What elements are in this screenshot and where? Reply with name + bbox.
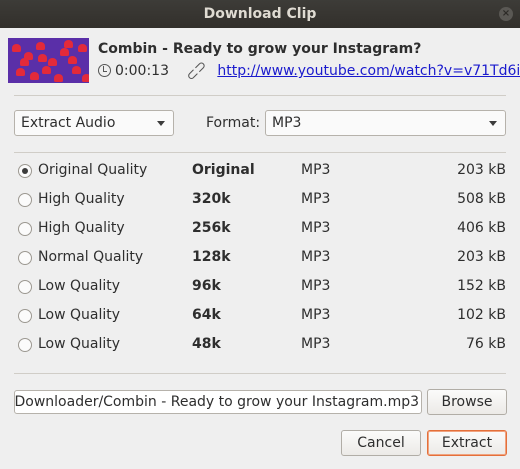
video-thumbnail — [8, 38, 89, 83]
quality-size: 76 kB — [466, 336, 506, 352]
quality-option[interactable]: Original Quality Original MP3 203 kB — [18, 161, 508, 183]
quality-bitrate: 96k — [192, 278, 221, 294]
heart-icon — [12, 44, 21, 52]
heart-icon — [30, 72, 39, 80]
quality-option[interactable]: Normal Quality 128k MP3 203 kB — [18, 248, 508, 270]
quality-name: Low Quality — [38, 336, 121, 352]
quality-format: MP3 — [301, 191, 331, 207]
clip-meta: 0:00:13 ⊂⊃ http://www.youtube.com/watch?… — [98, 57, 520, 85]
quality-bitrate: 256k — [192, 220, 231, 236]
heart-icon — [48, 58, 57, 66]
output-path-value: o Downloader/Combin - Ready to grow your… — [14, 394, 419, 410]
quality-format: MP3 — [301, 278, 331, 294]
quality-option[interactable]: High Quality 320k MP3 508 kB — [18, 190, 508, 212]
mode-select[interactable]: Extract Audio — [14, 110, 174, 136]
quality-option[interactable]: High Quality 256k MP3 406 kB — [18, 219, 508, 241]
format-label: Format: — [206, 115, 261, 131]
quality-bitrate: 320k — [192, 191, 231, 207]
chevron-down-icon — [489, 121, 497, 126]
radio-button[interactable] — [18, 164, 32, 178]
heart-icon — [64, 40, 73, 48]
radio-button[interactable] — [18, 309, 32, 323]
quality-format: MP3 — [301, 220, 331, 236]
heart-icon — [16, 68, 25, 76]
quality-size: 102 kB — [457, 307, 506, 323]
chevron-down-icon — [157, 121, 165, 126]
quality-name: Low Quality — [38, 278, 121, 294]
quality-option[interactable]: Low Quality 64k MP3 102 kB — [18, 306, 508, 328]
heart-icon — [38, 54, 47, 62]
close-icon[interactable]: × — [499, 7, 513, 21]
radio-button[interactable] — [18, 251, 32, 265]
clock-icon — [98, 64, 111, 77]
separator-top — [14, 95, 506, 96]
output-path-field[interactable]: o Downloader/Combin - Ready to grow your… — [14, 390, 422, 414]
heart-icon — [72, 66, 81, 74]
heart-icon — [78, 44, 87, 52]
format-select-value: MP3 — [272, 115, 302, 131]
quality-size: 406 kB — [457, 220, 506, 236]
radio-button[interactable] — [18, 338, 32, 352]
heart-icon — [42, 66, 51, 74]
quality-format: MP3 — [301, 307, 331, 323]
quality-size: 508 kB — [457, 191, 506, 207]
quality-name: High Quality — [38, 220, 125, 236]
heart-icon — [82, 74, 89, 82]
quality-bitrate: 48k — [192, 336, 221, 352]
radio-button[interactable] — [18, 193, 32, 207]
radio-button[interactable] — [18, 280, 32, 294]
radio-button[interactable] — [18, 222, 32, 236]
mode-select-value: Extract Audio — [21, 115, 116, 131]
clip-title: Combin - Ready to grow your Instagram? — [98, 41, 422, 57]
quality-name: High Quality — [38, 191, 125, 207]
quality-name: Normal Quality — [38, 249, 144, 265]
heart-icon — [36, 42, 45, 50]
heart-icon — [54, 74, 63, 82]
clip-duration: 0:00:13 — [115, 63, 169, 79]
quality-size: 152 kB — [457, 278, 506, 294]
quality-size: 203 kB — [457, 162, 506, 178]
quality-option[interactable]: Low Quality 48k MP3 76 kB — [18, 335, 508, 357]
quality-bitrate: 128k — [192, 249, 231, 265]
quality-format: MP3 — [301, 336, 331, 352]
quality-format: MP3 — [301, 249, 331, 265]
quality-size: 203 kB — [457, 249, 506, 265]
title-bar: Download Clip × — [0, 0, 520, 28]
heart-icon — [60, 48, 69, 56]
quality-option[interactable]: Low Quality 96k MP3 152 kB — [18, 277, 508, 299]
separator-mid — [14, 152, 506, 153]
extract-button[interactable]: Extract — [427, 430, 507, 456]
quality-name: Low Quality — [38, 307, 121, 323]
format-select[interactable]: MP3 — [265, 110, 506, 136]
heart-icon — [20, 58, 29, 66]
quality-name: Original Quality — [38, 162, 148, 178]
clip-url-link[interactable]: http://www.youtube.com/watch?v=v71Td6iO5… — [217, 63, 520, 79]
quality-bitrate: Original — [192, 162, 255, 178]
separator-bottom — [14, 373, 506, 374]
heart-icon — [68, 56, 77, 64]
quality-format: MP3 — [301, 162, 331, 178]
cancel-button[interactable]: Cancel — [341, 430, 421, 456]
window-title: Download Clip — [203, 6, 317, 22]
link-icon: ⊂⊃ — [183, 57, 212, 85]
browse-button[interactable]: Browse — [427, 389, 507, 415]
quality-bitrate: 64k — [192, 307, 221, 323]
